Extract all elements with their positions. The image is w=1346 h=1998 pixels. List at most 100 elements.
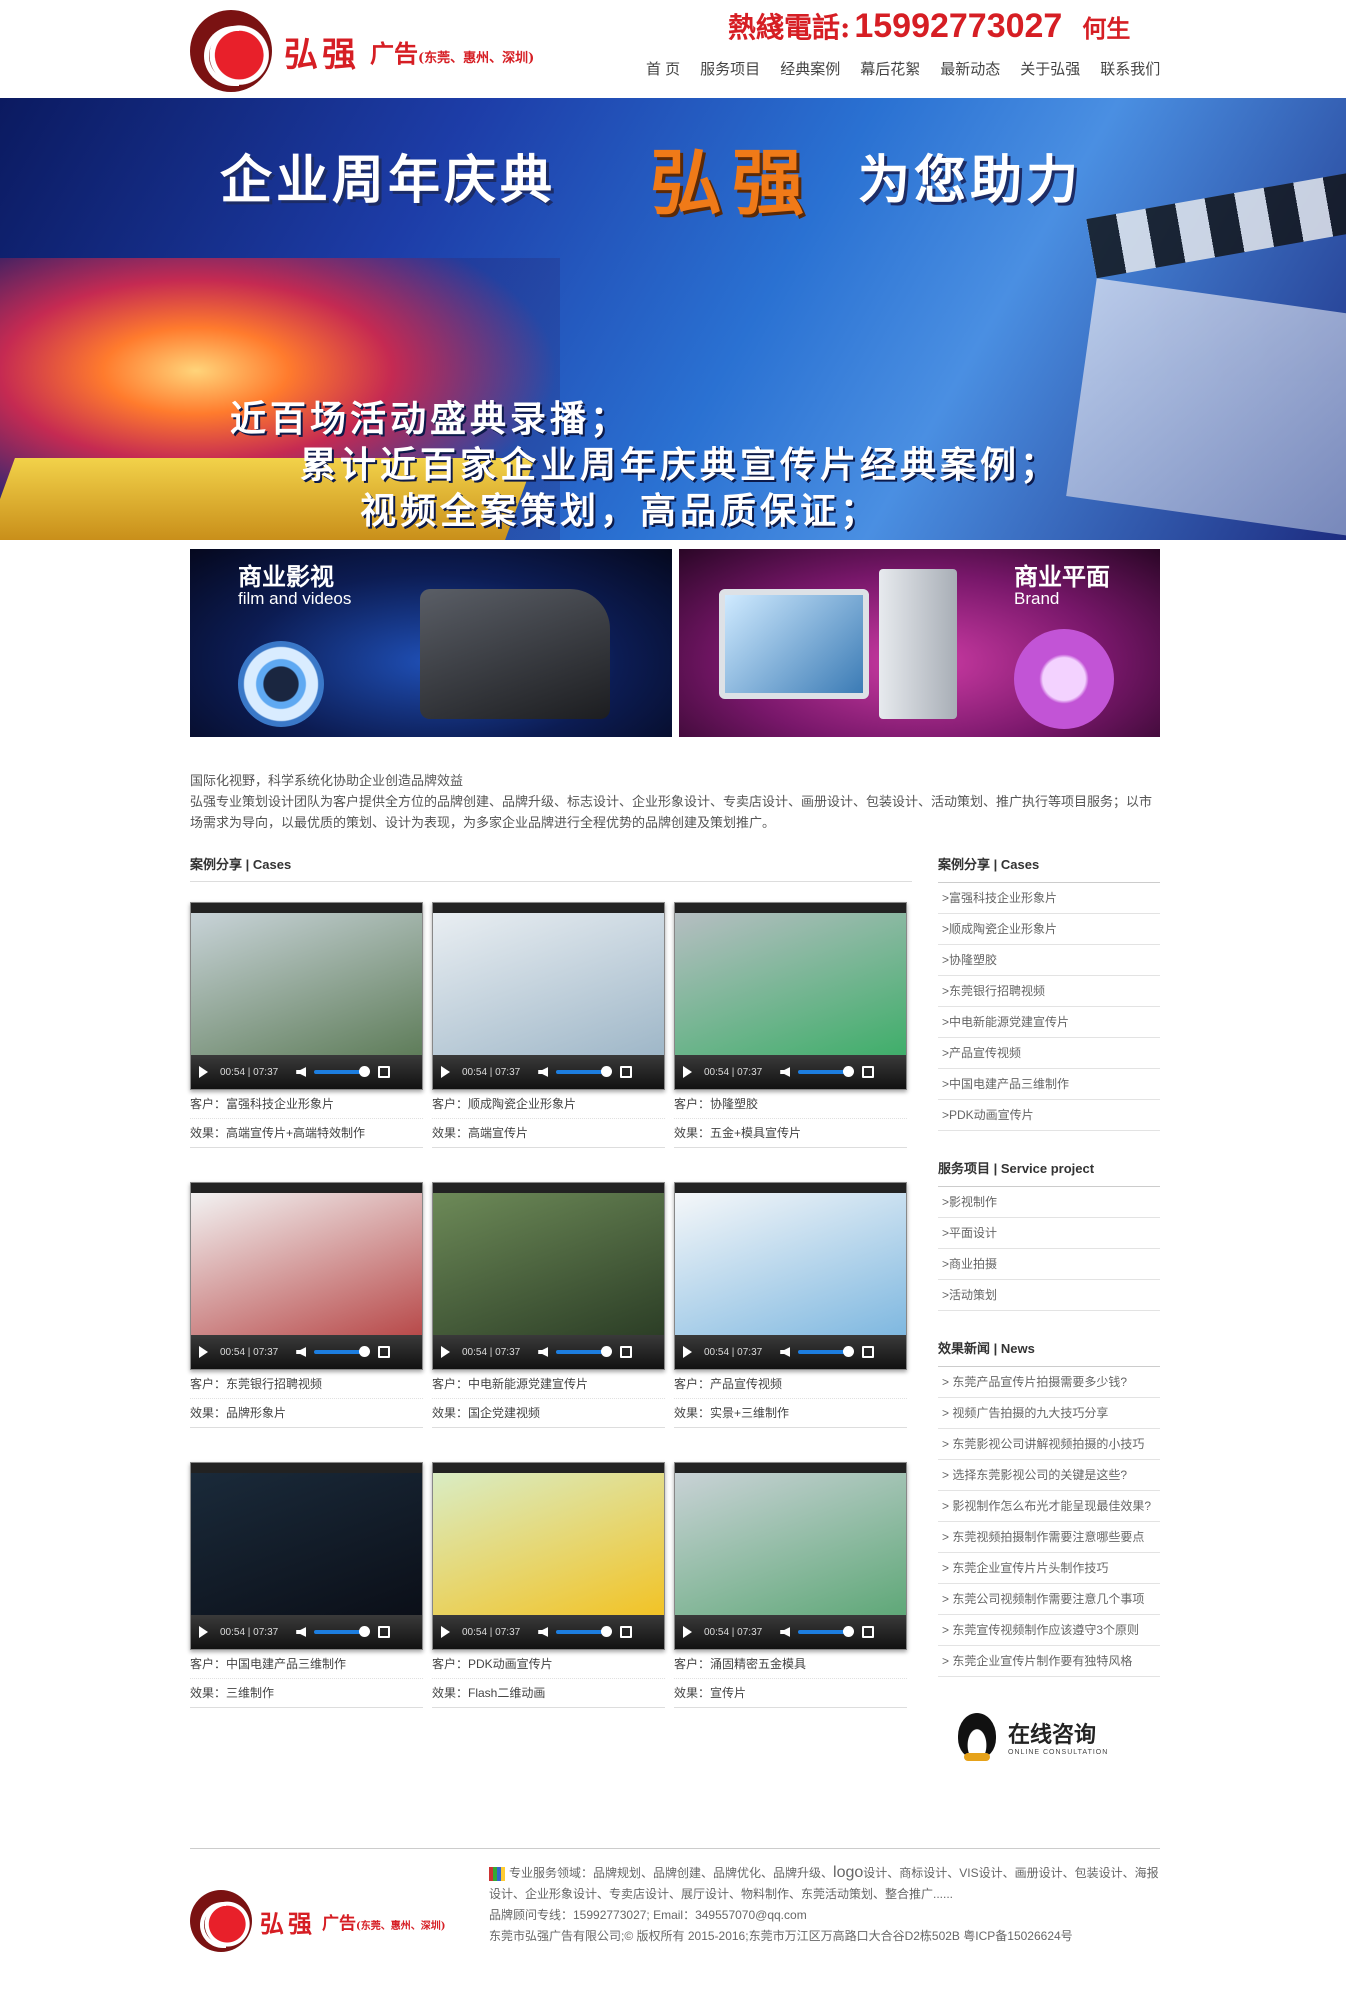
case-client[interactable]: 客户：协隆塑胶 — [674, 1090, 907, 1119]
volume-slider[interactable] — [556, 1346, 613, 1357]
play-icon[interactable] — [441, 1626, 450, 1638]
sidebar-news-link[interactable]: > 选择东莞影视公司的关键是这些? — [938, 1460, 1160, 1491]
sidebar-case-link[interactable]: >协隆塑胶 — [938, 945, 1160, 976]
volume-icon[interactable] — [296, 1067, 307, 1077]
volume-icon[interactable] — [538, 1347, 549, 1357]
case-video-player[interactable]: 00:54 | 07:37 — [432, 1182, 665, 1370]
volume-slider[interactable] — [798, 1346, 855, 1357]
sidebar-case-link[interactable]: >富强科技企业形象片 — [938, 883, 1160, 914]
case-video-player[interactable]: 00:54 | 07:37 — [190, 902, 423, 1090]
case-client[interactable]: 客户：东莞银行招聘视频 — [190, 1370, 423, 1399]
case-client[interactable]: 客户：中国电建产品三维制作 — [190, 1650, 423, 1679]
play-icon[interactable] — [683, 1066, 692, 1078]
case-client[interactable]: 客户：富强科技企业形象片 — [190, 1090, 423, 1119]
nav-behind-scenes[interactable]: 幕后花絮 — [860, 58, 920, 79]
case-video-frame[interactable] — [191, 1473, 422, 1615]
case-video-frame[interactable] — [675, 1193, 906, 1335]
case-video-player[interactable]: 00:54 | 07:37 — [674, 902, 907, 1090]
sidebar-news-link[interactable]: > 东莞企业宣传片片头制作技巧 — [938, 1553, 1160, 1584]
case-card[interactable]: 00:54 | 07:37 客户：协隆塑胶 效果：五金+模具宣传片 — [674, 902, 907, 1148]
case-card[interactable]: 00:54 | 07:37 客户：中国电建产品三维制作 效果：三维制作 — [190, 1462, 423, 1708]
sidebar-case-link[interactable]: >顺成陶瓷企业形象片 — [938, 914, 1160, 945]
case-client[interactable]: 客户：中电新能源党建宣传片 — [432, 1370, 665, 1399]
volume-icon[interactable] — [538, 1067, 549, 1077]
nav-home[interactable]: 首 页 — [646, 58, 680, 79]
play-icon[interactable] — [683, 1626, 692, 1638]
hero-banner[interactable]: 企业周年庆典 弘强 为您助力 近百场活动盛典录播； 累计近百家企业周年庆典宣传片… — [0, 98, 1346, 540]
sidebar-service-link[interactable]: >商业拍摄 — [938, 1249, 1160, 1280]
case-client[interactable]: 客户：产品宣传视频 — [674, 1370, 907, 1399]
play-icon[interactable] — [683, 1346, 692, 1358]
nav-contact[interactable]: 联系我们 — [1100, 58, 1160, 79]
nav-cases[interactable]: 经典案例 — [780, 58, 840, 79]
site-logo[interactable]: 弘强 广告(东莞、惠州、深圳) — [190, 10, 534, 92]
nav-services[interactable]: 服务项目 — [700, 58, 760, 79]
sidebar-news-link[interactable]: > 东莞视频拍摄制作需要注意哪些要点 — [938, 1522, 1160, 1553]
fullscreen-icon[interactable] — [620, 1346, 633, 1358]
volume-slider[interactable] — [556, 1626, 613, 1637]
sidebar-news-link[interactable]: > 东莞宣传视频制作应该遵守3个原则 — [938, 1615, 1160, 1646]
volume-slider[interactable] — [798, 1626, 855, 1637]
case-video-frame[interactable] — [675, 1473, 906, 1615]
volume-icon[interactable] — [780, 1347, 791, 1357]
sidebar-service-link[interactable]: >活动策划 — [938, 1280, 1160, 1311]
sidebar-news-link[interactable]: > 影视制作怎么布光才能呈现最佳效果? — [938, 1491, 1160, 1522]
sidebar-news-link[interactable]: > 东莞影视公司讲解视频拍摄的小技巧 — [938, 1429, 1160, 1460]
sidebar-case-link[interactable]: >中电新能源党建宣传片 — [938, 1007, 1160, 1038]
volume-slider[interactable] — [314, 1066, 371, 1077]
sidebar-case-link[interactable]: >PDK动画宣传片 — [938, 1100, 1160, 1131]
sidebar-news-link[interactable]: > 东莞企业宣传片制作要有独特风格 — [938, 1646, 1160, 1677]
volume-slider[interactable] — [314, 1626, 371, 1637]
volume-icon[interactable] — [538, 1627, 549, 1637]
online-consult-button[interactable]: 在线咨询 ONLINE CONSULTATION — [958, 1700, 1130, 1772]
case-card[interactable]: 00:54 | 07:37 客户：富强科技企业形象片 效果：高端宣传片+高端特效制作 — [190, 902, 423, 1148]
case-client[interactable]: 客户：涌固精密五金模具 — [674, 1650, 907, 1679]
case-card[interactable]: 00:54 | 07:37 客户：产品宣传视频 效果：实景+三维制作 — [674, 1182, 907, 1428]
sidebar-news-link[interactable]: > 视频广告拍摄的九大技巧分享 — [938, 1398, 1160, 1429]
sidebar-service-link[interactable]: >影视制作 — [938, 1187, 1160, 1218]
case-video-player[interactable]: 00:54 | 07:37 — [432, 902, 665, 1090]
volume-slider[interactable] — [314, 1346, 371, 1357]
case-video-frame[interactable] — [433, 1473, 664, 1615]
category-brand[interactable]: 商业平面 Brand — [679, 549, 1160, 737]
sidebar-news-link[interactable]: > 东莞公司视频制作需要注意几个事项 — [938, 1584, 1160, 1615]
case-video-frame[interactable] — [191, 1193, 422, 1335]
category-film[interactable]: 商业影视 film and videos — [190, 549, 672, 737]
case-client[interactable]: 客户：PDK动画宣传片 — [432, 1650, 665, 1679]
play-icon[interactable] — [199, 1626, 208, 1638]
case-video-frame[interactable] — [675, 913, 906, 1055]
fullscreen-icon[interactable] — [378, 1626, 391, 1638]
sidebar-case-link[interactable]: >东莞银行招聘视频 — [938, 976, 1160, 1007]
fullscreen-icon[interactable] — [862, 1346, 875, 1358]
sidebar-case-link[interactable]: >产品宣传视频 — [938, 1038, 1160, 1069]
fullscreen-icon[interactable] — [862, 1626, 875, 1638]
case-client[interactable]: 客户：顺成陶瓷企业形象片 — [432, 1090, 665, 1119]
case-video-frame[interactable] — [433, 913, 664, 1055]
case-video-player[interactable]: 00:54 | 07:37 — [190, 1182, 423, 1370]
volume-slider[interactable] — [556, 1066, 613, 1077]
sidebar-news-link[interactable]: > 东莞产品宣传片拍摄需要多少钱? — [938, 1367, 1160, 1398]
play-icon[interactable] — [441, 1066, 450, 1078]
volume-slider[interactable] — [798, 1066, 855, 1077]
fullscreen-icon[interactable] — [620, 1066, 633, 1078]
sidebar-case-link[interactable]: >中国电建产品三维制作 — [938, 1069, 1160, 1100]
case-card[interactable]: 00:54 | 07:37 客户：PDK动画宣传片 效果：Flash二维动画 — [432, 1462, 665, 1708]
play-icon[interactable] — [199, 1346, 208, 1358]
case-video-frame[interactable] — [433, 1193, 664, 1335]
case-card[interactable]: 00:54 | 07:37 客户：涌固精密五金模具 效果：宣传片 — [674, 1462, 907, 1708]
sidebar-service-link[interactable]: >平面设计 — [938, 1218, 1160, 1249]
play-icon[interactable] — [199, 1066, 208, 1078]
case-video-player[interactable]: 00:54 | 07:37 — [432, 1462, 665, 1650]
case-card[interactable]: 00:54 | 07:37 客户：东莞银行招聘视频 效果：品牌形象片 — [190, 1182, 423, 1428]
fullscreen-icon[interactable] — [378, 1346, 391, 1358]
volume-icon[interactable] — [780, 1067, 791, 1077]
fullscreen-icon[interactable] — [378, 1066, 391, 1078]
fullscreen-icon[interactable] — [862, 1066, 875, 1078]
case-video-player[interactable]: 00:54 | 07:37 — [190, 1462, 423, 1650]
volume-icon[interactable] — [296, 1627, 307, 1637]
case-video-frame[interactable] — [191, 913, 422, 1055]
cnzz-stats-icon[interactable] — [489, 1866, 505, 1881]
nav-news[interactable]: 最新动态 — [940, 58, 1000, 79]
volume-icon[interactable] — [780, 1627, 791, 1637]
play-icon[interactable] — [441, 1346, 450, 1358]
